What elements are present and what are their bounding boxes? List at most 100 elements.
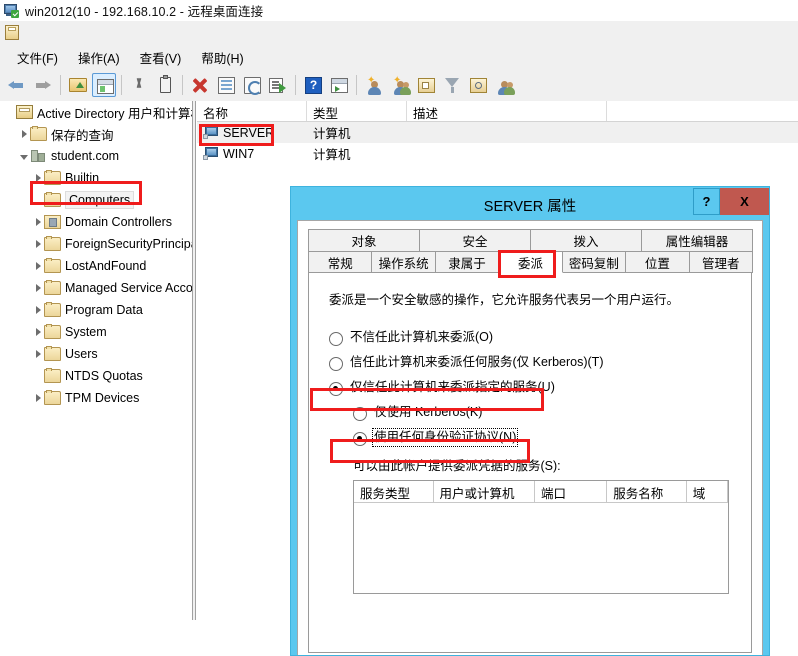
show-hide-tree-icon[interactable] <box>92 73 116 97</box>
tree-node[interactable]: student.com <box>0 145 192 167</box>
services-column-header[interactable]: 服务类型 <box>354 481 434 502</box>
paste-icon[interactable] <box>153 73 177 97</box>
tree-node[interactable]: TPM Devices <box>0 387 192 409</box>
new-window-icon[interactable] <box>327 73 351 97</box>
radio-option-label: 信任此计算机来委派任何服务(仅 Kerberos)(T) <box>350 355 604 369</box>
tree-node[interactable]: Users <box>0 343 192 365</box>
services-table[interactable]: 服务类型 用户或计算机 端口 服务名称域 <box>353 480 729 594</box>
new-user-icon[interactable]: ✦ <box>362 73 386 97</box>
chevron-right-icon[interactable] <box>32 343 44 365</box>
table-row[interactable]: WIN7 计算机 <box>197 143 798 164</box>
delegation-tab-panel: 委派是一个安全敏感的操作，它允许服务代表另一个用户运行。 不信任此计算机来委派(… <box>308 273 752 653</box>
chevron-right-icon[interactable] <box>32 387 44 409</box>
delete-icon[interactable] <box>188 73 212 97</box>
tree-node[interactable]: Managed Service Accounts <box>0 277 192 299</box>
radio-button-icon[interactable] <box>329 382 343 396</box>
tree-node[interactable]: Computers <box>0 189 192 211</box>
dialog-tab[interactable]: 隶属于 <box>434 251 500 273</box>
list-column-header[interactable]: 类型 <box>307 101 407 121</box>
list-header: 名称 类型 描述 <box>197 101 798 122</box>
dialog-tab[interactable]: 密码复制 <box>561 251 627 273</box>
dialog-tab[interactable]: 常规 <box>308 251 373 273</box>
radio-option[interactable]: 仅信任此计算机来委派指定的服务(U) <box>329 380 735 396</box>
tree-node[interactable]: System <box>0 321 192 343</box>
folder-icon <box>44 258 61 273</box>
server-properties-dialog: SERVER 属性 ? X 对象 安全 拨入 属性编辑器 常规 操作系统 隶属于 委派 密码复… <box>290 186 770 656</box>
dialog-tab[interactable]: 拨入 <box>530 229 642 251</box>
services-column-header[interactable]: 服务名称 <box>607 481 687 502</box>
rdp-session-window: win2012(10 - 192.168.10.2 - 远程桌面连接 文件(F)… <box>0 0 798 656</box>
rdp-title-bar: win2012(10 - 192.168.10.2 - 远程桌面连接 <box>0 0 798 21</box>
panel-splitter[interactable] <box>192 101 196 620</box>
navigation-tree[interactable]: Active Directory 用户和计算机 保存的查询 student.com B… <box>0 101 192 620</box>
list-column-header[interactable]: 描述 <box>407 101 607 121</box>
add-member-icon[interactable] <box>492 73 516 97</box>
dialog-tab[interactable]: 安全 <box>419 229 531 251</box>
cut-icon[interactable] <box>127 73 151 97</box>
new-ou-icon[interactable] <box>414 73 438 97</box>
chevron-right-icon[interactable] <box>32 233 44 255</box>
tree-node[interactable]: NTDS Quotas <box>0 365 192 387</box>
chevron-right-icon[interactable] <box>32 211 44 233</box>
tree-node[interactable]: Domain Controllers <box>0 211 192 233</box>
dialog-tab[interactable]: 对象 <box>308 229 420 251</box>
dialog-close-button[interactable]: X <box>720 188 769 215</box>
back-arrow-icon[interactable] <box>5 73 29 97</box>
tree-node-label: Managed Service Accounts <box>65 281 192 295</box>
dialog-tab[interactable]: 委派 <box>498 251 563 273</box>
tree-node[interactable]: LostAndFound <box>0 255 192 277</box>
dialog-tab[interactable]: 位置 <box>625 251 690 273</box>
radio-button-icon[interactable] <box>353 407 367 421</box>
find-icon[interactable] <box>466 73 490 97</box>
chevron-right-icon[interactable] <box>32 321 44 343</box>
radio-button-icon[interactable] <box>329 332 343 346</box>
tree-node[interactable]: Program Data <box>0 299 192 321</box>
menu-item-action[interactable]: 操作(A) <box>69 45 129 70</box>
services-table-body[interactable] <box>354 503 728 593</box>
dialog-help-button[interactable]: ? <box>693 188 720 215</box>
domain-controllers-icon <box>44 215 61 229</box>
chevron-right-icon[interactable] <box>32 277 44 299</box>
services-column-header[interactable]: 端口 <box>535 481 608 502</box>
refresh-icon[interactable] <box>240 73 264 97</box>
tree-node-label: ForeignSecurityPrincipals <box>65 237 192 251</box>
dialog-tab[interactable]: 管理者 <box>688 251 753 273</box>
forward-arrow-icon[interactable] <box>31 73 55 97</box>
services-column-header[interactable]: 用户或计算机 <box>434 481 535 502</box>
help-icon[interactable]: ? <box>301 73 325 97</box>
tree-node[interactable]: 保存的查询 <box>0 123 192 145</box>
chevron-right-icon[interactable] <box>18 123 30 145</box>
menu-item-view[interactable]: 查看(V) <box>131 45 191 70</box>
chevron-down-icon[interactable] <box>18 145 30 167</box>
menu-item-help[interactable]: 帮助(H) <box>192 45 252 70</box>
tree-node-label: LostAndFound <box>65 259 147 273</box>
radio-option[interactable]: 不信任此计算机来委派(O) <box>329 330 735 346</box>
dialog-tab[interactable]: 属性编辑器 <box>641 229 753 251</box>
radio-option[interactable]: 仅使用 Kerberos(K) <box>353 405 735 421</box>
filter-icon[interactable] <box>440 73 464 97</box>
services-column-header[interactable]: 域 <box>687 481 729 502</box>
remote-desktop-icon <box>4 3 19 18</box>
chevron-right-icon[interactable] <box>32 255 44 277</box>
table-row[interactable]: SERVER 计算机 <box>197 122 798 143</box>
toolbar-separator <box>356 75 357 95</box>
radio-button-icon[interactable] <box>353 432 367 446</box>
tree-node[interactable]: Active Directory 用户和计算机 <box>0 101 192 123</box>
chevron-right-icon[interactable] <box>32 299 44 321</box>
properties-icon[interactable] <box>214 73 238 97</box>
tree-node[interactable]: Builtin <box>0 167 192 189</box>
up-folder-icon[interactable] <box>66 73 90 97</box>
tree-node[interactable]: ForeignSecurityPrincipals <box>0 233 192 255</box>
menu-item-file[interactable]: 文件(F) <box>8 45 67 70</box>
list-column-header[interactable]: 名称 <box>197 101 307 121</box>
delegation-options-group: 不信任此计算机来委派(O) 信任此计算机来委派任何服务(仅 Kerberos)(T… <box>325 330 735 447</box>
new-group-icon[interactable]: ✦ <box>388 73 412 97</box>
chevron-right-icon[interactable] <box>32 167 44 189</box>
radio-option[interactable]: 信任此计算机来委派任何服务(仅 Kerberos)(T) <box>329 355 735 371</box>
radio-option[interactable]: 使用任何身份验证协议(N) <box>353 428 735 447</box>
export-list-icon[interactable] <box>266 73 290 97</box>
tree-node-label: TPM Devices <box>65 391 140 405</box>
dialog-body: 对象 安全 拨入 属性编辑器 常规 操作系统 隶属于 委派 密码复制 位置 管理者 委派是一个安全… <box>297 220 763 655</box>
dialog-tab[interactable]: 操作系统 <box>371 251 436 273</box>
radio-button-icon[interactable] <box>329 357 343 371</box>
